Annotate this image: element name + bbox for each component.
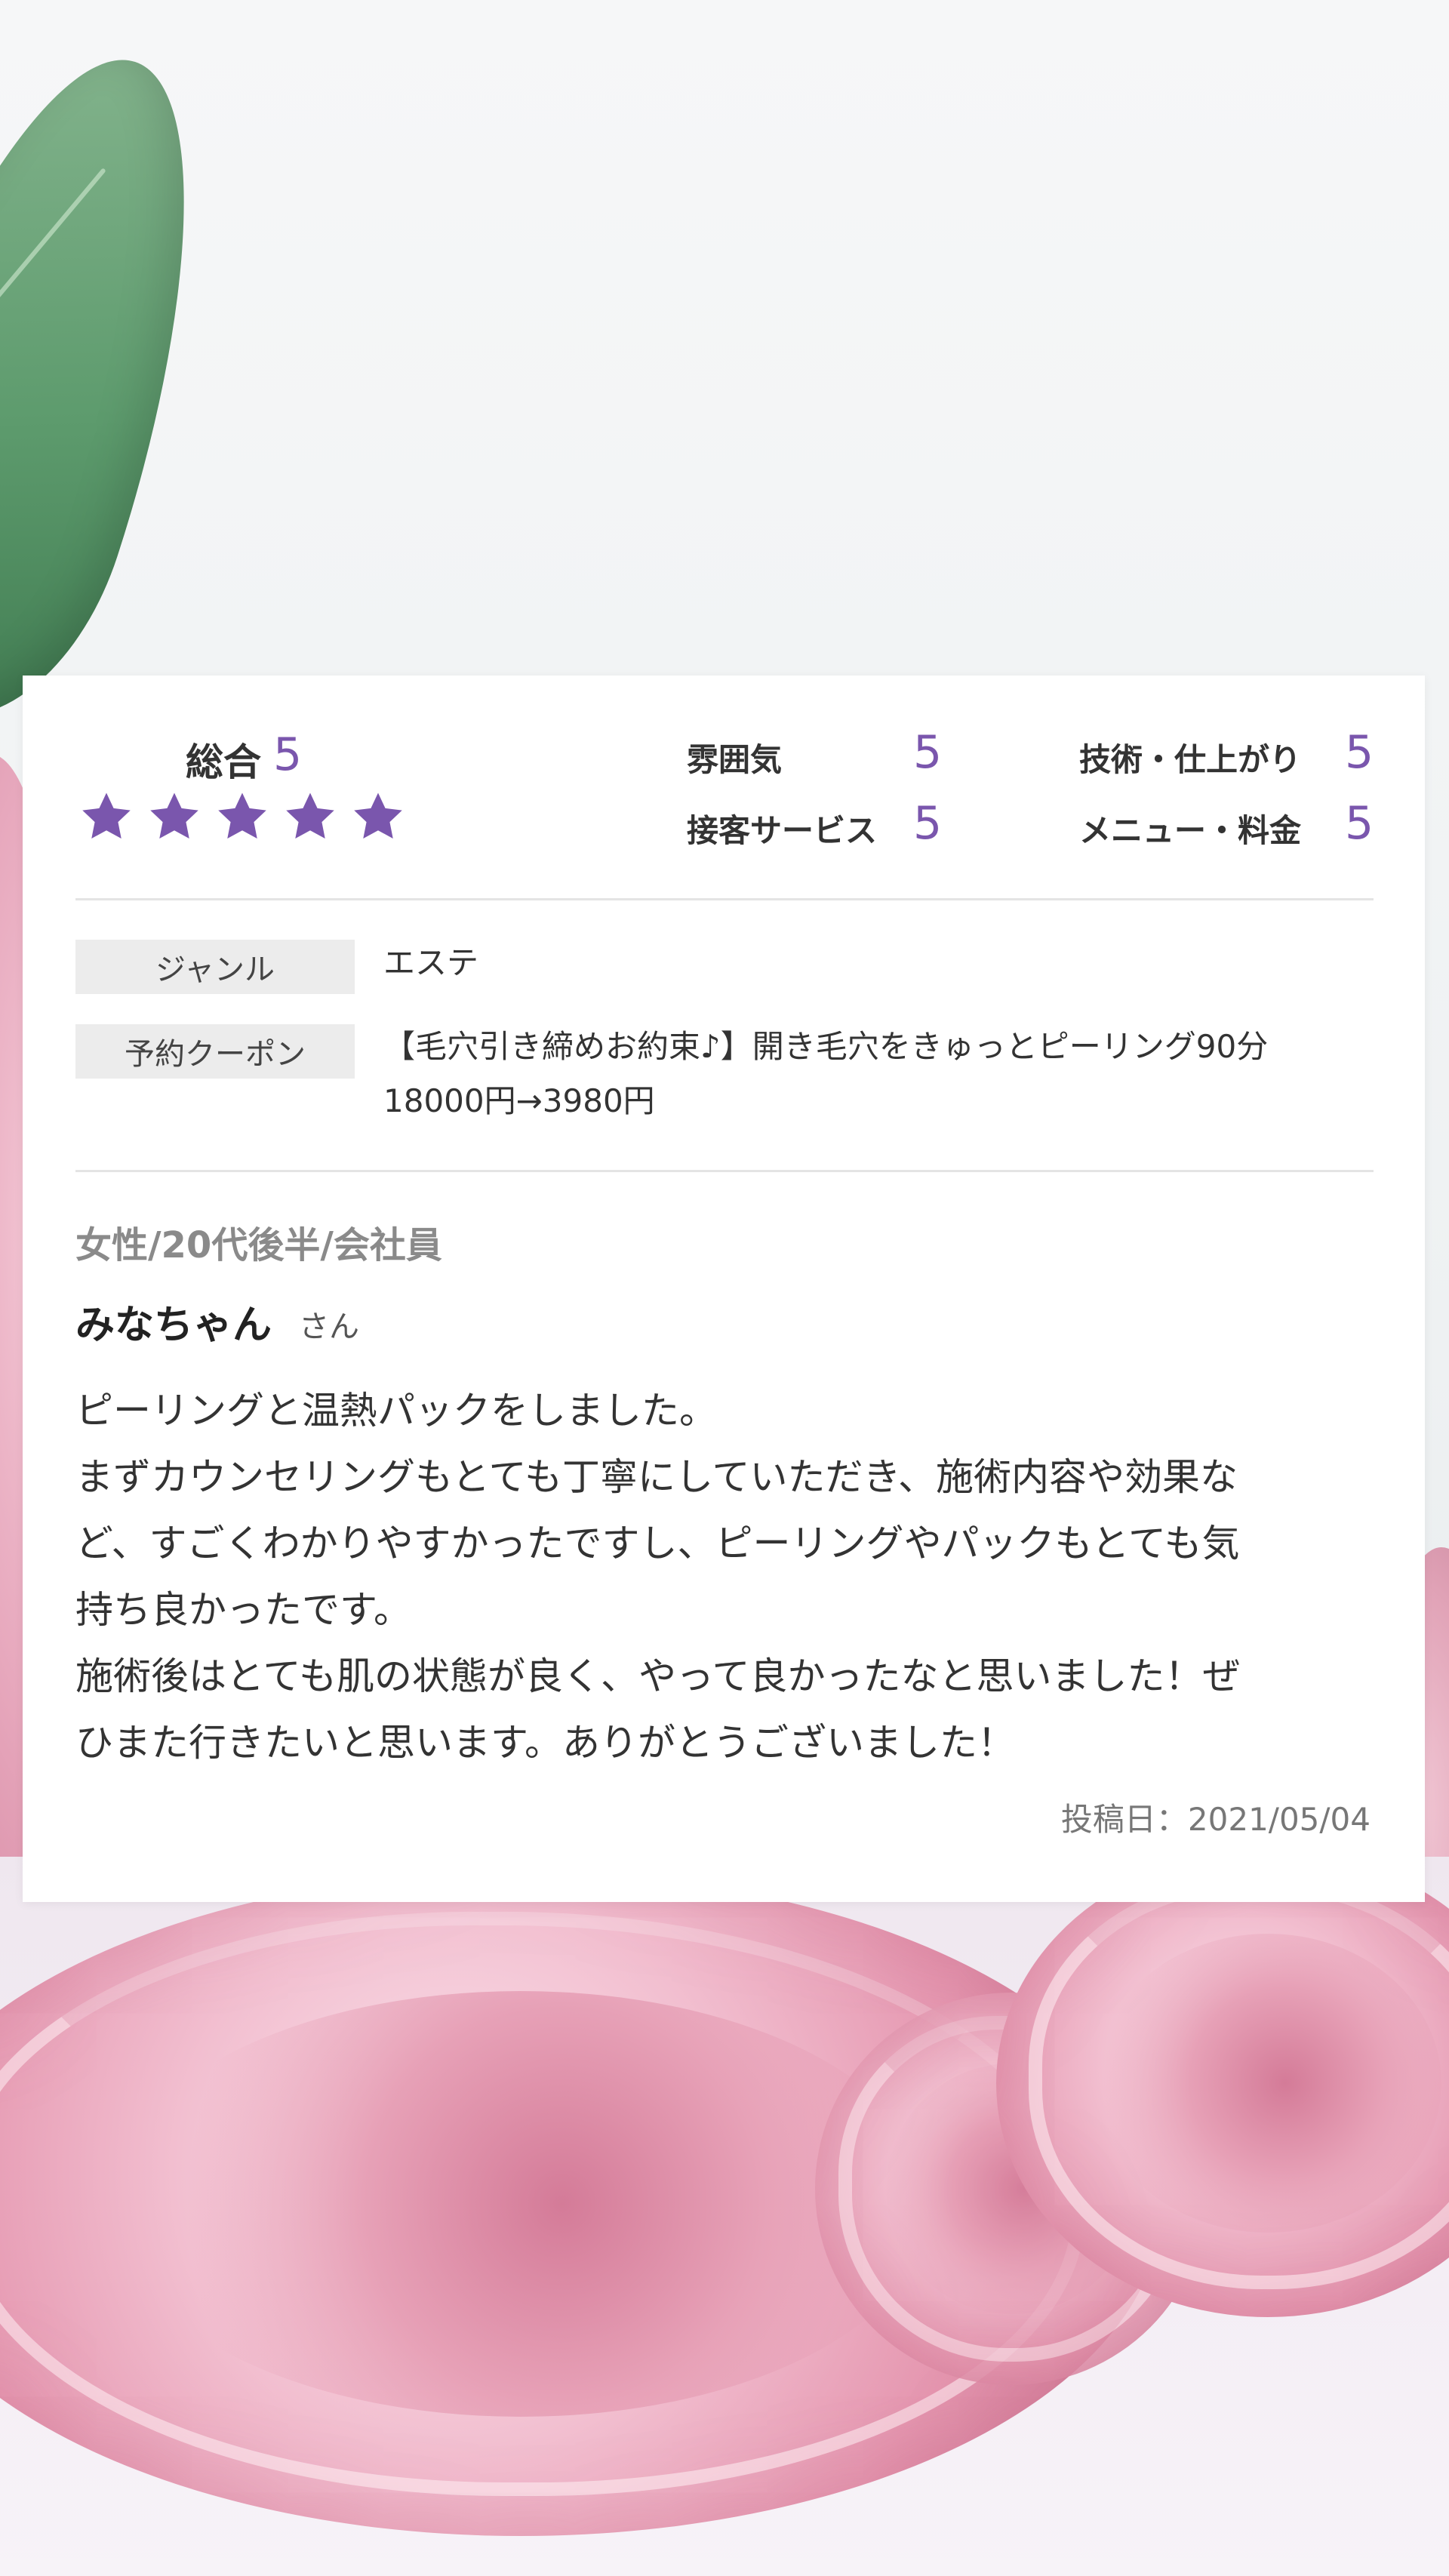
atmosphere-label: 雰囲気 bbox=[687, 741, 783, 778]
review-line: ピーリングと温熱パックをしました。 bbox=[75, 1389, 717, 1433]
technique-label: 技術・仕上がり bbox=[1079, 741, 1302, 778]
review-line: ど、すごくわかりやすかったですし、ピーリングやパックもとても気 bbox=[75, 1522, 1240, 1565]
star-rating bbox=[78, 789, 406, 845]
review-line: 施術後はとても肌の状態が良く、やって良かったなと思いました！ぜ bbox=[75, 1654, 1241, 1698]
review-line: まずカウンセリングもとても丁寧にしていただき、施術内容や効果な bbox=[75, 1455, 1238, 1499]
coupon-title[interactable]: 【毛穴引き締めお約束♪】開き毛穴をきゅっとピーリング90分 bbox=[383, 1020, 1268, 1074]
divider bbox=[75, 1170, 1374, 1172]
menu-price-score: 5 bbox=[1345, 797, 1374, 850]
service-score: 5 bbox=[913, 797, 943, 850]
post-date: 投稿日：2021/05/04 bbox=[1060, 1801, 1371, 1838]
review-card: 総合 5 雰囲気 5 技術・仕上がり 5 接客サービス 5 メニュー・料金 5 … bbox=[23, 676, 1425, 1902]
ratings-section: 総合 5 雰囲気 5 技術・仕上がり 5 接客サービス 5 メニュー・料金 5 bbox=[23, 676, 1425, 902]
coupon-price: 18000円→3980円 bbox=[383, 1082, 655, 1119]
star-icon bbox=[218, 792, 266, 839]
review-text: ピーリングと温熱パックをしました。 まずカウンセリングもとても丁寧にしていただき… bbox=[75, 1377, 1389, 1776]
atmosphere-score: 5 bbox=[913, 726, 943, 779]
star-icon bbox=[354, 792, 402, 839]
reviewer-meta: 女性/20代後半/会社員 bbox=[75, 1224, 442, 1266]
genre-value: エステ bbox=[383, 944, 479, 981]
star-icon bbox=[150, 792, 198, 839]
service-label: 接客サービス bbox=[687, 812, 878, 849]
coupon-label: 予約クーポン bbox=[75, 1024, 355, 1079]
divider bbox=[75, 898, 1374, 900]
review-line: ひまた行きたいと思います。ありがとうございました！ bbox=[75, 1721, 1015, 1765]
star-icon bbox=[82, 792, 131, 839]
reviewer-honorific: さん bbox=[299, 1310, 359, 1344]
menu-price-label: メニュー・料金 bbox=[1079, 812, 1302, 849]
review-line: 持ち良かったです。 bbox=[75, 1588, 411, 1632]
technique-score: 5 bbox=[1345, 726, 1374, 779]
overall-score: 5 bbox=[273, 728, 303, 781]
reviewer-name: みなちゃん bbox=[75, 1303, 272, 1348]
genre-label: ジャンル bbox=[75, 940, 355, 994]
overall-label: 総合 bbox=[186, 740, 261, 784]
star-icon bbox=[286, 792, 334, 839]
